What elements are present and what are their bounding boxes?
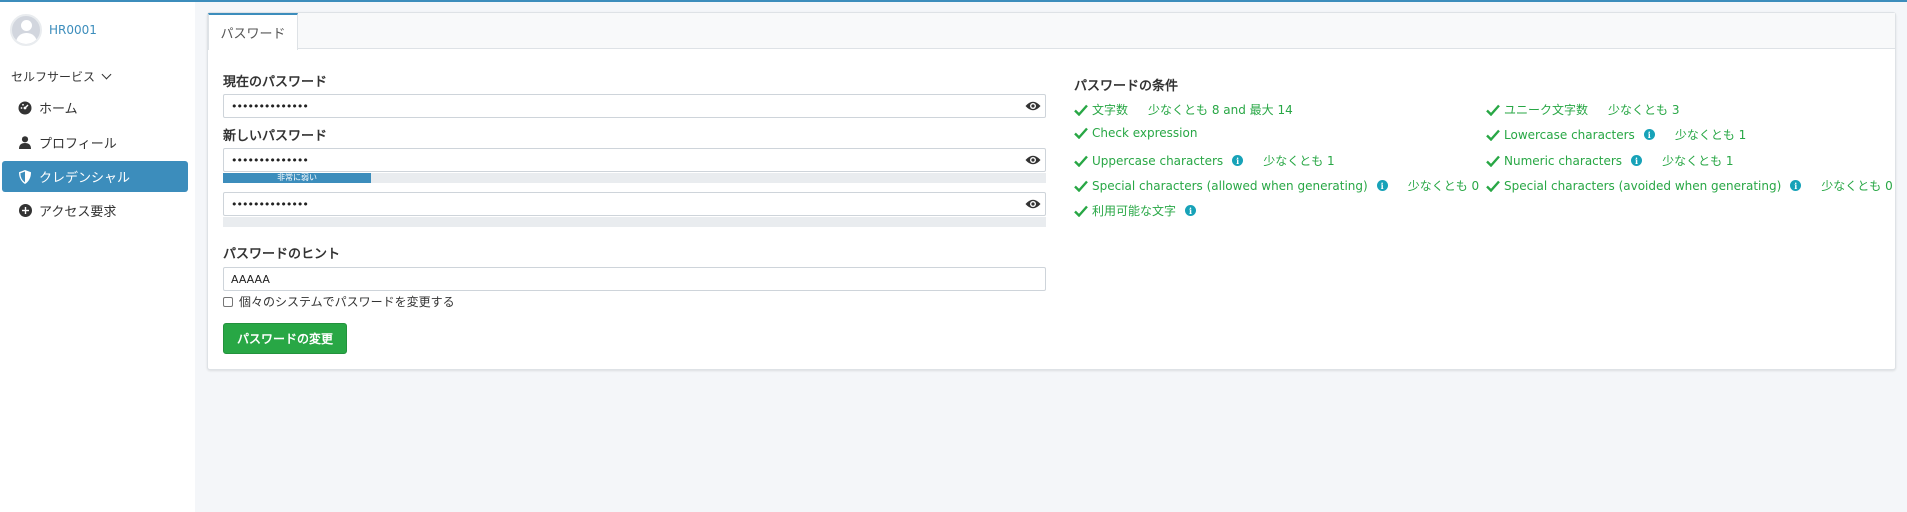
eye-icon[interactable] <box>1025 100 1041 112</box>
current-password-label: 現在のパスワード <box>223 75 328 90</box>
condition-label: 利用可能な文字 <box>1092 204 1177 218</box>
condition-label: Lowercase characters <box>1504 127 1635 142</box>
individual-systems-checkbox[interactable] <box>223 296 233 307</box>
check-icon <box>1486 129 1500 141</box>
check-icon <box>1486 155 1500 167</box>
change-password-button[interactable]: パスワードの変更 <box>223 323 347 354</box>
user-panel[interactable]: HR0001 <box>10 14 97 46</box>
confirm-password-value: •••••••••••••• <box>231 197 309 211</box>
condition-special-characters-allowed-when-generating: Special characters (allowed when generat… <box>1074 177 1479 194</box>
condition-value: 少なくとも 1 <box>1263 154 1335 168</box>
tab-bar: パスワード <box>208 13 1895 50</box>
condition-label: Numeric characters <box>1504 153 1623 168</box>
condition-value: 少なくとも 1 <box>1662 154 1734 168</box>
info-icon[interactable]: i <box>1376 180 1388 191</box>
shield-icon <box>18 169 32 184</box>
sidebar-section-label: セルフサービス <box>11 70 96 84</box>
confirm-password-meter <box>223 217 1046 227</box>
plus-circle-icon <box>18 204 32 218</box>
user-icon <box>18 136 32 150</box>
chevron-down-icon <box>101 69 112 80</box>
sidebar-section-self-service[interactable]: セルフサービス <box>11 68 112 85</box>
condition-value: 少なくとも 0 <box>1407 179 1480 193</box>
top-accent-line <box>0 0 1907 2</box>
check-icon <box>1074 104 1088 116</box>
sidebar-item-label: ホーム <box>39 102 78 117</box>
info-icon[interactable]: i <box>1643 129 1655 140</box>
sidebar-item-label: アクセス要求 <box>39 205 117 220</box>
condition-special-characters-avoided-when-generating: Special characters (avoided when generat… <box>1486 177 1893 194</box>
sidebar-item-access-request[interactable]: アクセス要求 <box>2 195 188 226</box>
condition-item-0: 文字数 少なくとも 8 and 最大 14 <box>1074 101 1293 118</box>
info-icon[interactable]: i <box>1790 180 1802 191</box>
dashboard-icon <box>18 101 32 115</box>
condition-lowercase-characters: Lowercase characters i 少なくとも 1 <box>1486 126 1746 143</box>
check-icon <box>1074 155 1088 167</box>
sidebar-item-label: クレデンシャル <box>39 171 131 186</box>
condition-value: 少なくとも 0 <box>1821 179 1893 193</box>
condition-item-8: 利用可能な文字 i <box>1074 202 1197 219</box>
password-strength-bar: 非常に弱い <box>223 173 372 183</box>
check-icon <box>1074 205 1088 217</box>
user-name[interactable]: HR0001 <box>49 23 97 37</box>
individual-systems-option[interactable]: 個々のシステムでパスワードを変更する <box>223 293 455 310</box>
condition-value: 少なくとも 1 <box>1674 128 1747 142</box>
info-icon[interactable]: i <box>1631 155 1643 166</box>
avatar <box>10 14 42 46</box>
password-card: パスワード 現在のパスワード •••••••••••••• 新しいパスワード •… <box>207 12 1896 370</box>
password-conditions-title: パスワードの条件 <box>1074 79 1179 94</box>
condition-uppercase-characters: Uppercase characters i 少なくとも 1 <box>1074 152 1335 169</box>
sidebar-item-profile[interactable]: プロフィール <box>2 127 188 158</box>
individual-systems-label: 個々のシステムでパスワードを変更する <box>239 295 455 309</box>
eye-icon[interactable] <box>1025 198 1041 210</box>
sidebar-item-label: プロフィール <box>39 137 117 152</box>
condition-label: Uppercase characters <box>1092 153 1224 168</box>
check-icon <box>1486 180 1500 192</box>
condition-label: Special characters (avoided when generat… <box>1504 178 1782 193</box>
condition-check-expression: Check expression <box>1074 126 1197 140</box>
new-password-input[interactable]: •••••••••••••• <box>223 148 1046 172</box>
condition-label: Check expression <box>1092 126 1198 140</box>
password-hint-value: AAAAA <box>231 272 270 286</box>
eye-icon[interactable] <box>1025 154 1041 166</box>
tab-password[interactable]: パスワード <box>208 13 298 50</box>
condition-item-1: ユニーク文字数 少なくとも 3 <box>1486 101 1679 118</box>
password-hint-label: パスワードのヒント <box>223 247 341 262</box>
current-password-input[interactable]: •••••••••••••• <box>223 94 1046 118</box>
condition-label: ユニーク文字数 <box>1504 103 1589 117</box>
condition-numeric-characters: Numeric characters i 少なくとも 1 <box>1486 152 1734 169</box>
condition-label: Special characters (allowed when generat… <box>1092 178 1368 193</box>
info-icon[interactable]: i <box>1232 155 1244 166</box>
sidebar-item-home[interactable]: ホーム <box>2 92 188 123</box>
condition-value: 少なくとも 3 <box>1608 103 1680 117</box>
check-icon <box>1486 104 1500 116</box>
check-icon <box>1074 127 1088 139</box>
info-icon[interactable]: i <box>1185 205 1197 216</box>
sidebar-item-credentials[interactable]: クレデンシャル <box>2 161 188 192</box>
condition-label: 文字数 <box>1092 103 1129 117</box>
new-password-value: •••••••••••••• <box>231 153 309 167</box>
password-strength-meter: 非常に弱い <box>223 173 1046 183</box>
current-password-value: •••••••••••••• <box>231 99 309 113</box>
condition-value: 少なくとも 8 and 最大 14 <box>1148 103 1293 117</box>
new-password-label: 新しいパスワード <box>223 129 328 144</box>
password-hint-input[interactable]: AAAAA <box>223 267 1046 291</box>
confirm-password-input[interactable]: •••••••••••••• <box>223 192 1046 216</box>
sidebar: HR0001 セルフサービス ホーム プロフィール クレデンシャル アクセス要求 <box>0 2 195 512</box>
check-icon <box>1074 180 1088 192</box>
